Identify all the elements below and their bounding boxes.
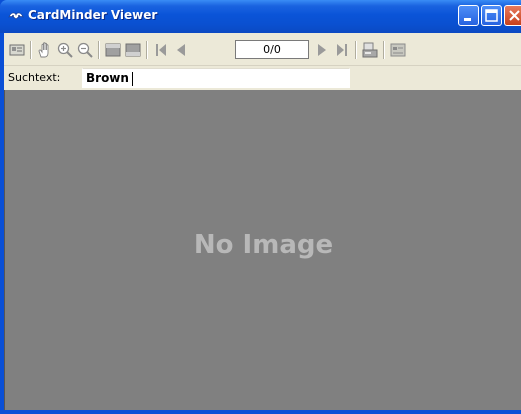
minimize-button[interactable] — [458, 5, 479, 26]
first-record-icon[interactable] — [152, 41, 170, 59]
card-image-viewer[interactable]: No Image — [4, 90, 521, 410]
export-icon[interactable] — [389, 41, 407, 59]
maximize-button[interactable] — [481, 5, 502, 26]
no-image-placeholder: No Image — [193, 230, 334, 260]
zoom-in-icon[interactable] — [56, 41, 74, 59]
front-side-icon[interactable] — [104, 41, 122, 59]
previous-record-icon[interactable] — [172, 41, 190, 59]
last-record-icon[interactable] — [333, 41, 351, 59]
close-icon — [509, 10, 520, 21]
window-bottom-border — [0, 410, 521, 414]
hand-pan-icon[interactable] — [36, 41, 54, 59]
text-caret — [132, 72, 133, 86]
minimize-icon — [464, 18, 471, 21]
maximize-icon — [485, 9, 498, 22]
title-bar[interactable]: CardMinder Viewer — [0, 0, 521, 33]
toolbar-separator — [30, 41, 32, 59]
app-window: CardMinder Viewer 0/0 Suchtext: Brown No… — [0, 0, 521, 414]
toolbar-separator — [383, 41, 385, 59]
close-button[interactable] — [504, 5, 521, 26]
window-title: CardMinder Viewer — [28, 8, 158, 22]
page-indicator[interactable]: 0/0 — [235, 40, 309, 59]
toolbar-separator — [146, 41, 148, 59]
search-bar: Suchtext: — [4, 66, 521, 90]
toolbar-separator — [355, 41, 357, 59]
cardminder-app-icon[interactable] — [8, 10, 24, 24]
card-view-icon[interactable] — [8, 41, 26, 59]
search-input[interactable] — [82, 68, 350, 88]
back-side-icon[interactable] — [124, 41, 142, 59]
scan-icon[interactable] — [361, 41, 379, 59]
zoom-out-icon[interactable] — [76, 41, 94, 59]
search-label: Suchtext: — [8, 71, 61, 84]
next-record-icon[interactable] — [313, 41, 331, 59]
toolbar-separator — [98, 41, 100, 59]
toolbar: 0/0 — [4, 33, 521, 66]
